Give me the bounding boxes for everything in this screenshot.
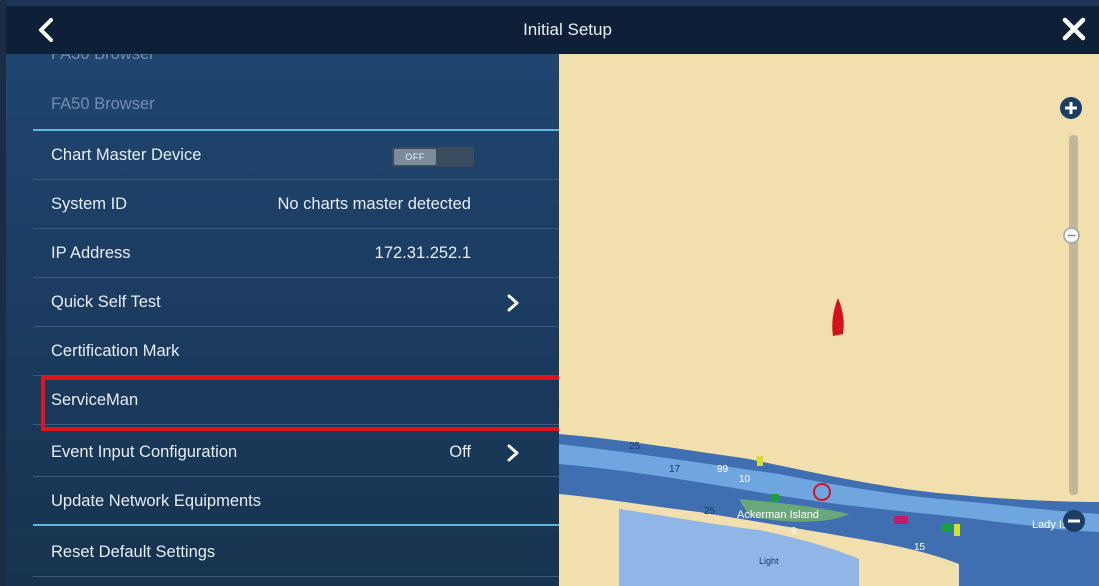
- place-label: Ackerman Island: [737, 509, 819, 521]
- vessel-icon: [832, 298, 844, 336]
- system-id-value: No charts master detected: [277, 195, 471, 213]
- chart-master-toggle[interactable]: OFF: [392, 147, 474, 167]
- list-item-label: Reset Default Settings: [51, 543, 216, 561]
- map-chart-graphic: 25 17 99 10 25 9 15 Ackerman Island Lady…: [559, 298, 1099, 586]
- ip-address-value: 172.31.252.1: [374, 244, 471, 262]
- event-input-value: Off: [449, 443, 471, 461]
- close-icon[interactable]: [1059, 14, 1089, 44]
- list-item-label: System ID: [51, 195, 128, 213]
- buoy-marker: [954, 524, 960, 536]
- list-item-quick-self-test[interactable]: Quick Self Test: [6, 278, 559, 327]
- list-item-label: FA30 Browser: [51, 54, 155, 63]
- list-item-label: IP Address: [51, 244, 131, 262]
- list-item-reset-default-settings[interactable]: Reset Default Settings: [6, 528, 559, 577]
- depth-label: 9: [791, 526, 797, 537]
- list-item-ip-address: IP Address 172.31.252.1: [6, 229, 559, 278]
- list-item-label: Update Network Equipments: [51, 492, 262, 510]
- list-item-event-input-configuration[interactable]: Event Input Configuration Off: [6, 428, 559, 477]
- list-item-label: Chart Master Device: [51, 146, 202, 164]
- page-title: Initial Setup: [523, 20, 612, 39]
- buoy-marker: [757, 456, 763, 466]
- depth-label: 25: [704, 506, 716, 517]
- chevron-right-icon: [507, 294, 519, 312]
- depth-label: 25: [629, 441, 641, 452]
- list-item-fa50-browser[interactable]: FA50 Browser: [6, 80, 559, 131]
- section-divider: [33, 524, 559, 526]
- list-item-update-network-equipments[interactable]: Update Network Equipments: [6, 477, 559, 526]
- place-label: Light: [759, 556, 779, 566]
- depth-label: 15: [914, 542, 926, 553]
- list-item-label: FA50 Browser: [51, 95, 155, 113]
- zoom-slider-track[interactable]: [1069, 135, 1078, 495]
- chart-map[interactable]: 25 17 99 10 25 9 15 Ackerman Island Lady…: [559, 54, 1099, 586]
- depth-label: 10: [739, 474, 751, 485]
- zoom-in-icon[interactable]: [1059, 96, 1083, 120]
- toggle-state: OFF: [394, 149, 436, 165]
- serviceman-highlight-box: [41, 376, 565, 431]
- list-item-label: Quick Self Test: [51, 293, 161, 311]
- app-frame: Initial Setup FA30 Browser FA50 Browser …: [6, 0, 1099, 586]
- zoom-slider-handle-icon[interactable]: [1063, 227, 1080, 244]
- settings-list: FA30 Browser FA50 Browser Chart Master D…: [6, 54, 559, 586]
- list-item-label: Event Input Configuration: [51, 443, 238, 461]
- zoom-out-icon[interactable]: [1062, 509, 1086, 533]
- buoy-marker: [942, 524, 952, 532]
- list-item-chart-master-device[interactable]: Chart Master Device OFF: [6, 131, 559, 180]
- buoy-marker: [894, 516, 908, 524]
- title-bar: Initial Setup: [6, 6, 1099, 54]
- depth-label: 17: [669, 464, 681, 475]
- list-item-label: Certification Mark: [51, 342, 180, 360]
- list-item-system-id: System ID No charts master detected: [6, 180, 559, 229]
- buoy-marker: [771, 494, 779, 502]
- list-item-fa30-browser[interactable]: FA30 Browser: [6, 54, 559, 79]
- depth-label: 99: [717, 464, 729, 475]
- chevron-right-icon: [507, 444, 519, 462]
- row-divider: [33, 576, 559, 577]
- list-item-certification-mark[interactable]: Certification Mark: [6, 327, 559, 376]
